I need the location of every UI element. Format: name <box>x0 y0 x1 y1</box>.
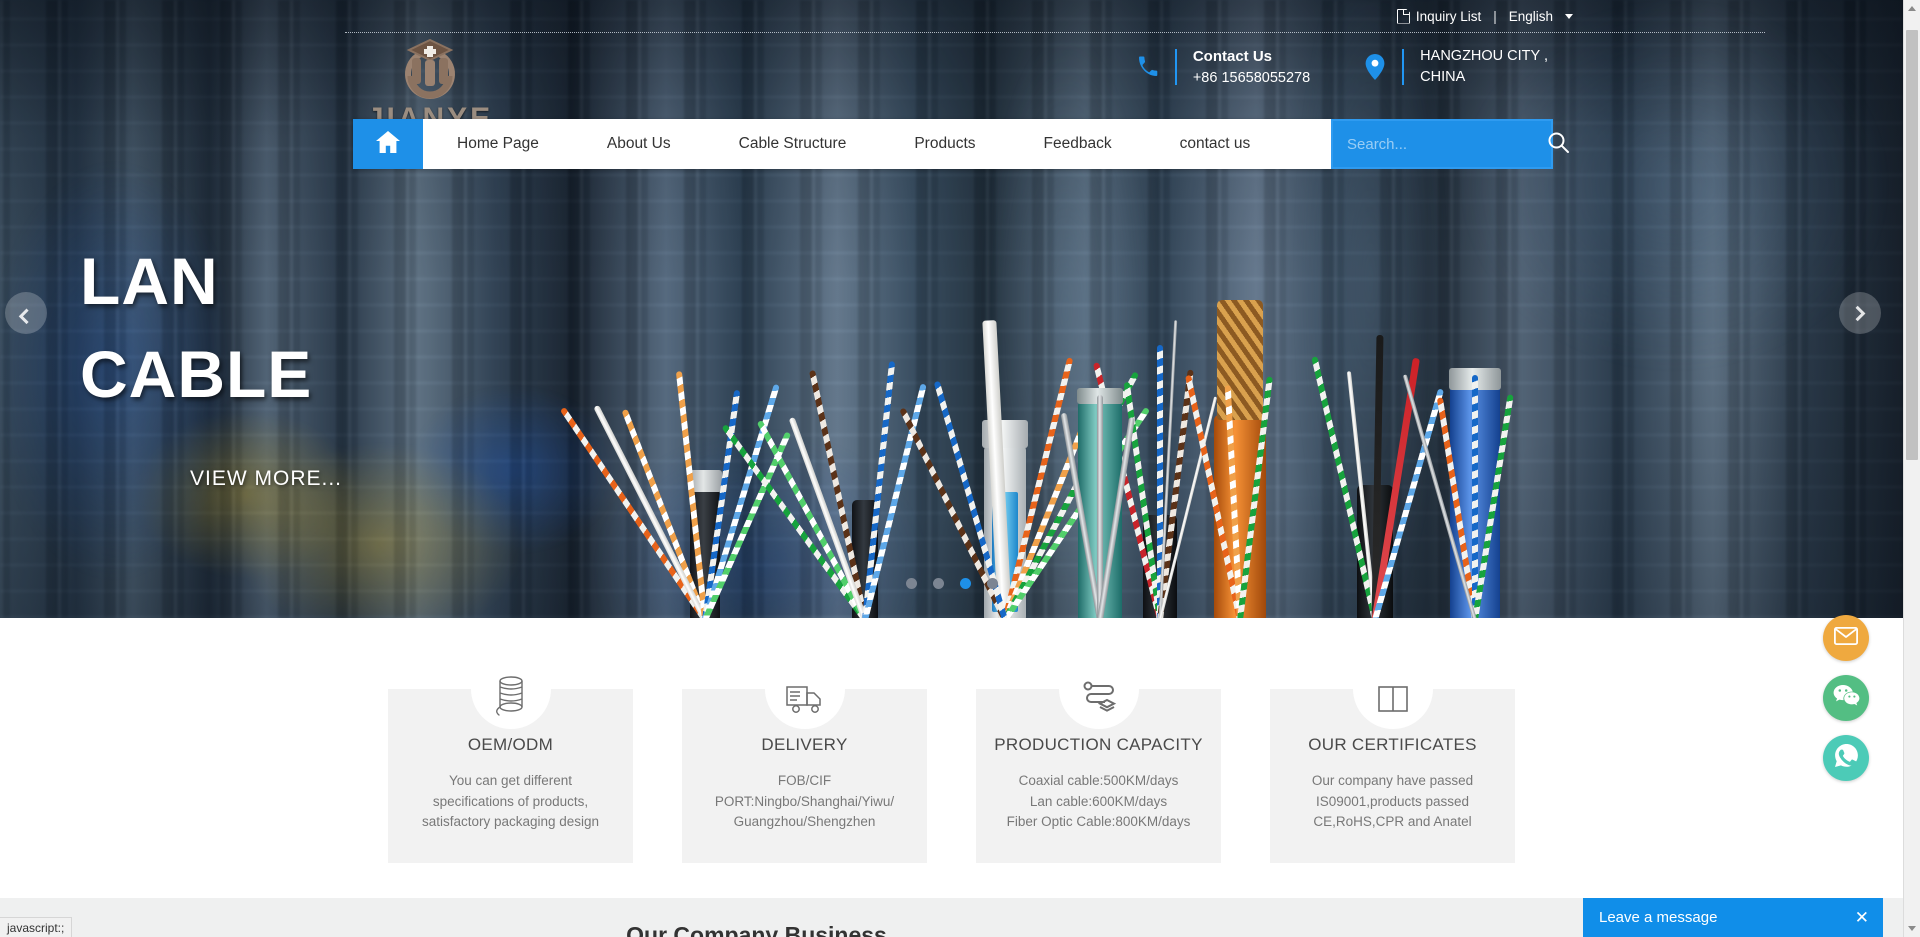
features-section: OEM/ODM You can get different specificat… <box>0 618 1903 898</box>
leave-message-label: Leave a message <box>1599 909 1718 926</box>
hero-caption: LAN CABLE VIEW MORE... <box>80 240 342 491</box>
feature-desc-line: Our company have passed <box>1311 773 1474 788</box>
contact-phone-number: +86 15658055278 <box>1192 69 1311 86</box>
feature-desc-line: IS09001,products passed <box>1315 793 1470 809</box>
feature-title: OUR CERTIFICATES <box>1308 735 1477 754</box>
floating-contact-buttons <box>1823 615 1869 781</box>
browser-page: LAN CABLE VIEW MORE... Inquiry List | En… <box>0 0 1920 937</box>
whatsapp-icon <box>1834 743 1859 773</box>
feature-desc: Coaxial cable:500KM/days Lan cable:600KM… <box>990 771 1207 833</box>
carousel-dot-2[interactable] <box>932 578 944 589</box>
inquiry-list-label: Inquiry List <box>1415 8 1482 24</box>
nav-item-cable-structure[interactable]: Cable Structure <box>705 119 881 169</box>
feature-desc-line: FOB/CIF <box>777 773 832 788</box>
topbar-separator: | <box>1493 8 1497 24</box>
phone-icon <box>1127 55 1169 79</box>
feature-desc: FOB/CIF PORT:Ningbo/Shanghai/Yiwu/ Guang… <box>696 771 913 833</box>
nav-item-home-page[interactable]: Home Page <box>423 119 573 169</box>
document-icon <box>1397 9 1410 24</box>
home-icon <box>375 130 401 159</box>
top-utility-bar: Inquiry List | English <box>0 0 1903 32</box>
contact-address-block[interactable]: HANGZHOU CITY , CHINA <box>1354 46 1548 88</box>
hero-title-line-2: CABLE <box>80 336 313 411</box>
scrollbar-down-button[interactable] <box>1904 920 1920 937</box>
feature-title: DELIVERY <box>761 735 848 754</box>
nav-links: Home Page About Us Cable Structure Produ… <box>423 119 1284 169</box>
search-box <box>1331 119 1569 169</box>
feature-card-our-certificates: OUR CERTIFICATES Our company have passed… <box>1270 649 1515 863</box>
language-label: English <box>1508 8 1553 24</box>
chevron-down-icon <box>1565 13 1573 19</box>
feature-desc: You can get different specifications of … <box>402 771 619 833</box>
contact-divider-2 <box>1402 49 1405 86</box>
feature-card-delivery: DELIVERY FOB/CIF PORT:Ningbo/Shanghai/Yi… <box>682 649 927 863</box>
feature-desc-line: specifications of products, <box>432 793 589 809</box>
feature-desc-line: satisfactory packaging design <box>421 814 600 830</box>
chevron-right-icon <box>1849 305 1865 321</box>
whatsapp-button[interactable] <box>1823 735 1869 781</box>
feature-card-production-capacity: PRODUCTION CAPACITY Coaxial cable:500KM/… <box>976 649 1221 863</box>
chevron-left-icon <box>18 308 34 324</box>
email-button[interactable] <box>1823 615 1869 661</box>
contact-divider-1 <box>1174 49 1177 86</box>
feature-desc-line: Guangzhou/Shengzhen <box>733 814 876 830</box>
triangle-up-icon <box>1908 6 1916 11</box>
search-icon <box>1546 130 1570 159</box>
header-contact-area: Contact Us +86 15658055278 HANGZHOU CITY… <box>1127 46 1548 89</box>
wechat-button[interactable] <box>1823 675 1869 721</box>
delivery-truck-icon <box>764 649 845 729</box>
nav-home-button[interactable] <box>353 119 423 169</box>
triangle-down-icon <box>1908 926 1916 931</box>
header-dotted-divider <box>345 32 1765 33</box>
feature-desc-line: You can get different <box>448 773 573 788</box>
carousel-dot-3[interactable] <box>959 578 971 589</box>
carousel-next-button[interactable] <box>1839 292 1881 334</box>
browser-status-bar: javascript:; <box>0 917 73 937</box>
nav-item-contact-us[interactable]: contact us <box>1146 119 1285 169</box>
nav-item-feedback[interactable]: Feedback <box>1010 119 1146 169</box>
feature-desc: Our company have passed IS09001,products… <box>1284 771 1501 833</box>
feature-desc-line: PORT:Ningbo/Shanghai/Yiwu/ <box>714 793 895 809</box>
cable-spool-icon <box>470 649 551 729</box>
nav-item-products[interactable]: Products <box>880 119 1009 169</box>
feature-desc-line: Fiber Optic Cable:800KM/days <box>1006 814 1191 830</box>
contact-address-line-2: CHINA <box>1420 69 1466 86</box>
carousel-dot-1[interactable] <box>905 578 917 589</box>
wechat-icon <box>1833 684 1860 712</box>
hero-view-more-link[interactable]: VIEW MORE... <box>190 467 342 491</box>
carousel-dots <box>0 578 1903 589</box>
inquiry-list-link[interactable]: Inquiry List <box>1397 9 1481 24</box>
carousel-prev-button[interactable] <box>5 292 47 334</box>
certificate-book-icon <box>1352 649 1433 729</box>
hero-cable-illustration <box>559 150 1800 618</box>
hero-title-line-1: LAN <box>80 244 219 318</box>
feature-card-oem-odm: OEM/ODM You can get different specificat… <box>388 649 633 863</box>
search-input[interactable] <box>1333 121 1546 167</box>
carousel-dot-4[interactable] <box>986 578 998 589</box>
feature-desc-line: Lan cable:600KM/days <box>1029 793 1168 809</box>
contact-address-line-1: HANGZHOU CITY , <box>1420 48 1548 65</box>
search-button[interactable] <box>1546 121 1570 167</box>
close-icon[interactable]: ✕ <box>1855 909 1869 926</box>
page-scrollbar[interactable] <box>1903 0 1920 937</box>
business-section-title-text: Our Company Business <box>626 922 887 937</box>
jianye-emblem-icon <box>391 36 469 106</box>
map-pin-icon <box>1354 54 1396 81</box>
scrollbar-up-button[interactable] <box>1904 0 1920 17</box>
language-selector[interactable]: English <box>1509 9 1573 24</box>
feature-desc-line: CE,RoHS,CPR and Anatel <box>1313 814 1472 830</box>
email-icon <box>1833 626 1859 650</box>
contact-title: Contact Us <box>1192 48 1273 65</box>
contact-phone-block[interactable]: Contact Us +86 15658055278 <box>1127 46 1310 89</box>
leave-message-widget[interactable]: Leave a message ✕ <box>1583 898 1883 937</box>
feature-title: PRODUCTION CAPACITY <box>994 735 1203 754</box>
scrollbar-thumb[interactable] <box>1906 30 1918 460</box>
nav-item-about-us[interactable]: About Us <box>573 119 705 169</box>
page-viewport: LAN CABLE VIEW MORE... Inquiry List | En… <box>0 0 1903 937</box>
feature-title: OEM/ODM <box>467 735 554 754</box>
main-navigation: Home Page About Us Cable Structure Produ… <box>353 119 1331 169</box>
production-flow-icon <box>1058 649 1139 729</box>
feature-desc-line: Coaxial cable:500KM/days <box>1018 773 1179 788</box>
